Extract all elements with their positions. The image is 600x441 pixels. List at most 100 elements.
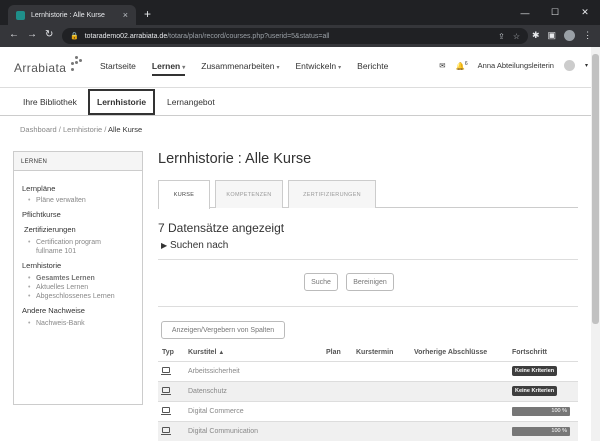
cell-kurstermin <box>352 380 410 401</box>
laptop-icon <box>161 427 171 436</box>
sidebar-item-nachweis-bank[interactable]: Nachweis-Bank <box>28 320 142 327</box>
site-logo[interactable]: Arrabiata <box>14 61 66 75</box>
sort-ascending-icon: ▲ <box>218 349 225 356</box>
nav-berichte[interactable]: Berichte <box>357 61 388 76</box>
bookmark-star-icon[interactable]: ☆ <box>513 32 520 41</box>
new-tab-button[interactable]: + <box>144 7 151 21</box>
course-title-link[interactable]: Digital Commerce <box>184 400 322 421</box>
course-title-link[interactable]: Digital Communication <box>184 420 322 441</box>
sidebar-pflichtkurse[interactable]: Pflichtkurse <box>22 210 142 219</box>
nav-lernen[interactable]: Lernen ▾ <box>151 61 186 76</box>
tab-kompetenzen[interactable]: KOMPETENZEN <box>215 180 283 208</box>
table-row: Arbeitssicherheit Keine Kriterien <box>158 360 578 381</box>
course-title-link[interactable]: Arbeitssicherheit <box>184 360 322 381</box>
scrollbar-thumb[interactable] <box>592 54 599 324</box>
address-bar[interactable]: 🔒 totarademo02.arrabiata.de/totara/plan/… <box>62 28 528 44</box>
nav-label: Startseite <box>100 61 136 71</box>
nav-entwickeln[interactable]: Entwickeln ▾ <box>296 61 342 76</box>
col-kurstitel[interactable]: Kurstitel ▲ <box>184 344 322 361</box>
user-menu-caret-icon[interactable]: ▾ <box>585 62 588 69</box>
col-kurstitel-label: Kurstitel <box>188 348 217 356</box>
table-row: Digital Commerce 100 % <box>158 400 578 421</box>
record-tabs: KURSE KOMPETENZEN ZERTIFIZIERUNGEN <box>158 180 578 209</box>
sidebar-zertifizierungen: Zertifizierungen <box>24 225 76 234</box>
search-toggle[interactable]: ▶ Suchen nach <box>161 240 228 251</box>
close-tab-icon[interactable]: × <box>123 10 128 20</box>
envelope-icon[interactable]: ✉ <box>439 61 445 70</box>
cell-progress: 100 % <box>508 400 578 421</box>
maximize-button[interactable]: ☐ <box>540 0 570 25</box>
back-arrow-icon[interactable]: ← <box>9 29 19 40</box>
cell-type <box>158 400 184 421</box>
breadcrumb-separator: / <box>104 125 107 134</box>
col-vorherige-abschluesse: Vorherige Abschlüsse <box>414 348 488 356</box>
sidebar-item-certification-program-line2[interactable]: fullname 101 <box>36 248 142 255</box>
col-typ[interactable]: Typ <box>158 344 184 361</box>
cell-previous <box>410 360 508 381</box>
sidebar-item-plaene-verwalten[interactable]: Pläne verwalten <box>28 197 142 204</box>
toggle-columns-button[interactable]: Anzeigen/Vergebern von Spalten <box>161 321 285 339</box>
breadcrumb-lernhistorie[interactable]: Lernhistorie <box>63 125 102 134</box>
reload-icon[interactable]: ↻ <box>45 29 53 40</box>
col-plan[interactable]: Plan <box>322 344 352 361</box>
col-kurstermin[interactable]: Kurstermin <box>352 344 410 361</box>
subnav-lernhistorie[interactable]: Lernhistorie <box>88 89 156 115</box>
cell-kurstermin <box>352 420 410 441</box>
browser-tab[interactable]: Lernhistorie : Alle Kurse × <box>8 5 136 25</box>
tab-kurse[interactable]: KURSE <box>158 180 210 209</box>
browser-tabstrip: Lernhistorie : Alle Kurse × + — ☐ ✕ <box>0 0 600 25</box>
reset-button[interactable]: Bereinigen <box>346 273 394 291</box>
table-row: Digital Communication 100 % <box>158 420 578 441</box>
profile-avatar[interactable] <box>564 30 576 41</box>
progress-bar: 100 % <box>512 406 570 416</box>
cell-type <box>158 380 184 401</box>
nav-label: Berichte <box>357 61 389 71</box>
url-path: /totara/plan/record/courses.php?userid=5… <box>167 32 330 40</box>
minimize-button[interactable]: — <box>510 0 540 25</box>
forward-arrow-icon[interactable]: → <box>27 29 37 40</box>
sidebar-item-abgeschlossenes-lernen[interactable]: Abgeschlossenes Lernen <box>28 293 142 300</box>
progress-bar: 100 % <box>512 426 570 436</box>
subnav-lernangebot[interactable]: Lernangebot <box>167 88 215 116</box>
page-title: Lernhistorie : Alle Kurse <box>158 151 312 167</box>
avatar[interactable] <box>563 60 575 71</box>
breadcrumb-dashboard[interactable]: Dashboard <box>20 125 57 134</box>
nav-zusammenarbeiten[interactable]: Zusammenarbeiten ▾ <box>201 61 279 76</box>
course-title-link[interactable]: Datenschutz <box>184 380 322 401</box>
cell-plan <box>322 400 352 421</box>
cell-previous <box>410 380 508 401</box>
search-toggle-label: Suchen nach <box>169 240 229 251</box>
sidebar-lernhistorie: Lernhistorie <box>22 261 62 270</box>
search-button[interactable]: Suche <box>304 273 338 291</box>
close-window-button[interactable]: ✕ <box>570 0 600 25</box>
cell-previous <box>410 400 508 421</box>
main-navigation: Startseite Lernen ▾ Zusammenarbeiten ▾ Ent… <box>100 61 388 76</box>
menu-kebab-icon[interactable]: ⋮ <box>583 30 592 41</box>
breadcrumb-current: Alle Kurse <box>108 125 143 134</box>
sidebar-item-aktuelles-lernen[interactable]: Aktuelles Lernen <box>28 284 142 291</box>
chevron-down-icon: ▾ <box>276 65 280 71</box>
tab-zertifizierungen[interactable]: ZERTIFIZIERUNGEN <box>288 180 376 208</box>
col-fortschritt[interactable]: Fortschritt <box>508 344 578 361</box>
nav-startseite[interactable]: Startseite <box>100 61 136 76</box>
url-host: totarademo02.arrabiata.de <box>84 32 168 40</box>
bell-icon[interactable]: 🔔6 <box>456 61 468 71</box>
notification-count: 6 <box>464 60 468 67</box>
header-user-area: ✉ 🔔6 Anna Abteilungsleiterin ▾ <box>439 60 588 71</box>
web-page: Arrabiata Startseite Lernen ▾ Zusammenarb… <box>0 47 600 441</box>
subnav-ihre-bibliothek[interactable]: Ihre Bibliothek <box>23 88 77 116</box>
sidebar-lernplaene: Lernpläne <box>22 184 56 193</box>
cell-plan <box>322 380 352 401</box>
sidebar-item-gesamtes-lernen[interactable]: Gesamtes Lernen <box>28 275 142 282</box>
sidebar-heading: LERNEN <box>14 152 142 171</box>
secondary-navigation: Ihre Bibliothek Lernhistorie Lernangebot <box>0 88 600 116</box>
user-name[interactable]: Anna Abteilungsleiterin <box>478 61 554 70</box>
extensions-icon[interactable]: ✱ <box>532 30 540 41</box>
site-header: Arrabiata Startseite Lernen ▾ Zusammenarb… <box>0 47 600 88</box>
share-icon[interactable]: ⇪ <box>498 32 505 41</box>
sidepanel-icon[interactable]: ▣ <box>548 30 557 41</box>
cell-plan <box>322 420 352 441</box>
sidebar-item-certification-program[interactable]: Certification program <box>28 239 142 246</box>
search-area: Suche Bereinigen <box>158 259 578 307</box>
chevron-down-icon: ▾ <box>338 65 342 71</box>
